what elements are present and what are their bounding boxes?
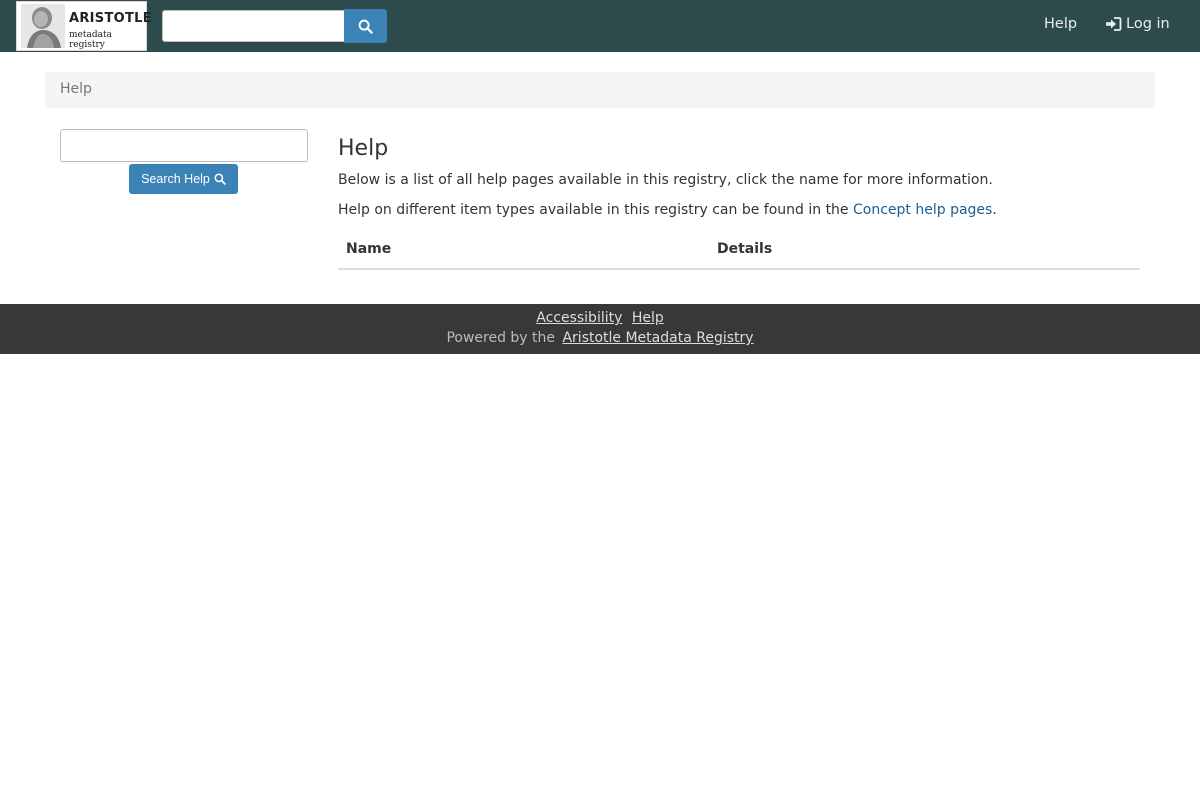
footer-links: Accessibility Help [0, 310, 1200, 326]
search-help-label: Search Help [141, 172, 210, 186]
nav-help-link[interactable]: Help [1044, 16, 1077, 32]
logo-subtitle: metadata registry [69, 30, 112, 50]
column-header-details: Details [717, 241, 773, 257]
aristotle-registry-link[interactable]: Aristotle Metadata Registry [562, 330, 753, 346]
breadcrumb: Help [45, 72, 1155, 108]
help-search-input[interactable] [60, 129, 308, 162]
concept-help-text: Help on different item types available i… [338, 202, 997, 218]
concept-help-prefix: Help on different item types available i… [338, 202, 849, 218]
footer-help-link[interactable]: Help [632, 310, 664, 326]
home-logo-link[interactable]: ARISTOTLE metadata registry [16, 1, 152, 51]
aristotle-bust-icon [21, 4, 65, 48]
intro-text: Below is a list of all help pages availa… [338, 172, 993, 188]
page-footer: Accessibility Help Powered by the Aristo… [0, 304, 1200, 354]
header-search-input[interactable] [162, 10, 345, 42]
footer-accessibility-link[interactable]: Accessibility [536, 310, 622, 326]
search-icon [358, 19, 373, 34]
page-title: Help [338, 136, 389, 161]
concept-help-link[interactable]: Concept help pages [853, 202, 992, 218]
powered-by-prefix: Powered by the [446, 330, 556, 346]
nav-login-link[interactable]: Log in [1105, 16, 1170, 32]
concept-help-suffix: . [992, 202, 997, 218]
help-pages-table: Name Details [338, 232, 1140, 270]
powered-by-text: Powered by the Aristotle Metadata Regist… [0, 330, 1200, 346]
header-search-button[interactable] [344, 9, 387, 43]
nav-login-label: Log in [1126, 16, 1170, 32]
search-icon [214, 173, 226, 185]
breadcrumb-item-help: Help [60, 81, 92, 97]
column-header-name: Name [346, 241, 392, 257]
sign-in-icon [1106, 17, 1122, 31]
search-help-button[interactable]: Search Help [129, 164, 238, 194]
logo-title: ARISTOTLE [69, 11, 152, 26]
top-navbar: ARISTOTLE metadata registry Help Log in [0, 0, 1200, 52]
